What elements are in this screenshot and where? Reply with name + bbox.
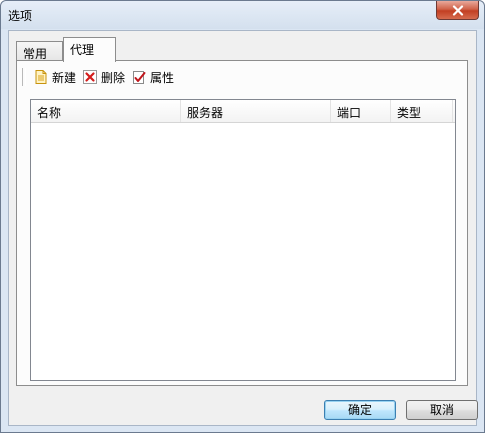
proxy-properties-button[interactable]: 属性 [131,67,174,87]
proxy-properties-label: 属性 [150,70,175,85]
delete-proxy-label: 删除 [101,70,126,85]
new-proxy-label: 新建 [52,70,77,85]
ok-button[interactable]: 确定 [324,400,396,420]
title-bar[interactable]: 选项 [1,1,484,29]
proxy-list-header: 名称 服务器 端口 类型 [31,100,455,123]
dialog-client-area: 常用 代理 新建 删除 属性 名称 服务器 端口 类型 确定 取消 [8,30,478,426]
proxy-list[interactable]: 名称 服务器 端口 类型 [30,99,456,381]
delete-proxy-button[interactable]: 删除 [82,67,125,87]
tab-proxy[interactable]: 代理 [63,37,116,62]
column-header-type[interactable]: 类型 [391,100,453,122]
new-proxy-button[interactable]: 新建 [33,67,76,87]
properties-check-icon [133,71,146,84]
toolbar-grip[interactable] [22,68,26,86]
column-header-port[interactable]: 端口 [331,100,391,122]
cancel-button[interactable]: 取消 [406,400,478,420]
proxy-toolbar: 新建 删除 属性 [22,66,180,88]
proxy-tab-panel: 新建 删除 属性 名称 服务器 端口 类型 [16,60,468,386]
tab-general[interactable]: 常用 [16,41,63,61]
close-icon [452,4,463,16]
column-header-name[interactable]: 名称 [31,100,181,122]
delete-x-icon [83,70,98,84]
options-dialog: 选项 常用 代理 新建 删除 属性 名称 服务器 端口 类型 确定 取消 [0,0,485,433]
column-header-server[interactable]: 服务器 [181,100,331,122]
window-title: 选项 [8,9,33,23]
close-button[interactable] [436,1,479,20]
new-document-icon [35,70,47,84]
